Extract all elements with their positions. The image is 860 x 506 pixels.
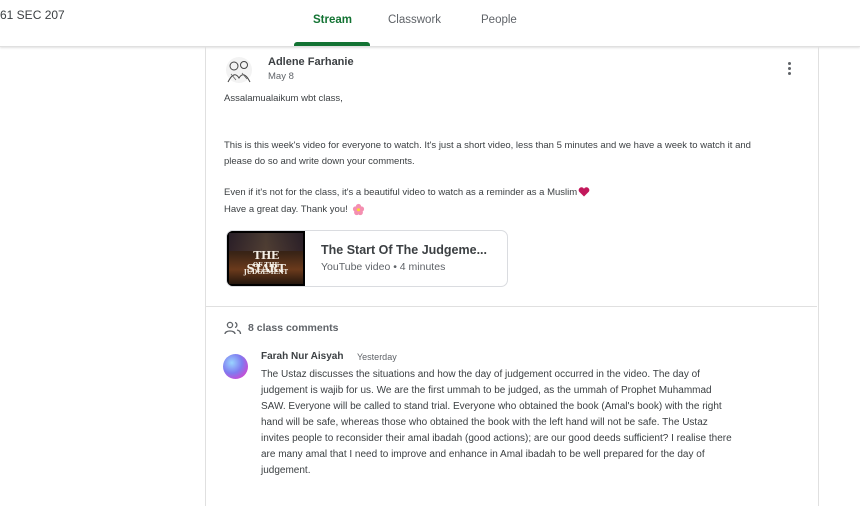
- comment-line: hand will be safe, whereas those who obt…: [261, 417, 708, 428]
- more-vert-icon[interactable]: [782, 60, 796, 80]
- avatar: [223, 354, 248, 379]
- tab-people[interactable]: People: [481, 14, 517, 26]
- comment-line: judgement is wajib for us. We are the fi…: [261, 385, 712, 396]
- commenter-name: Farah Nur Aisyah: [261, 351, 344, 362]
- comment-line: are many amal that I need to improve and…: [261, 449, 705, 460]
- comment-line: invites people to reconsider their amal …: [261, 433, 732, 444]
- post-body-text: Even if it's not for the class, it's a b…: [224, 187, 578, 198]
- heart-icon: [578, 187, 590, 197]
- tab-classwork[interactable]: Classwork: [388, 14, 441, 26]
- tab-stream[interactable]: Stream: [313, 14, 352, 26]
- video-thumbnail[interactable]: THE START OF THE JUDGEMENT: [227, 231, 305, 286]
- post-body-line: Have a great day. Thank you!: [224, 203, 365, 216]
- divider: [206, 306, 817, 307]
- author-name[interactable]: Adlene Farhanie: [268, 56, 354, 68]
- top-bar: 61 SEC 207 Stream Classwork People: [0, 0, 860, 47]
- video-attachment[interactable]: THE START OF THE JUDGEMENT The Start Of …: [226, 230, 508, 287]
- post-date: May 8: [268, 71, 294, 82]
- post-body-line: Assalamualaikum wbt class,: [224, 93, 343, 104]
- attachment-subtitle: YouTube video • 4 minutes: [321, 261, 446, 273]
- author-avatar: [226, 57, 252, 83]
- class-name[interactable]: 61 SEC 207: [0, 8, 65, 22]
- post-body-text: Have a great day. Thank you!: [224, 204, 348, 216]
- attachment-title[interactable]: The Start Of The Judgeme...: [321, 243, 487, 257]
- comment-time: Yesterday: [357, 352, 397, 362]
- class-comments-count[interactable]: 8 class comments: [248, 322, 338, 334]
- flower-icon: [352, 203, 364, 216]
- comment-line: judgement.: [261, 465, 311, 476]
- comment-line: The Ustaz discusses the situations and h…: [261, 369, 700, 380]
- people-icon: [224, 321, 242, 335]
- comment-line: SAW. Everyone will be called to stand tr…: [261, 401, 722, 412]
- post-body-line: Even if it's not for the class, it's a b…: [224, 187, 590, 198]
- post-body-line: This is this week's video for everyone t…: [224, 140, 751, 151]
- post-body-line: please do so and write down your comment…: [224, 156, 415, 167]
